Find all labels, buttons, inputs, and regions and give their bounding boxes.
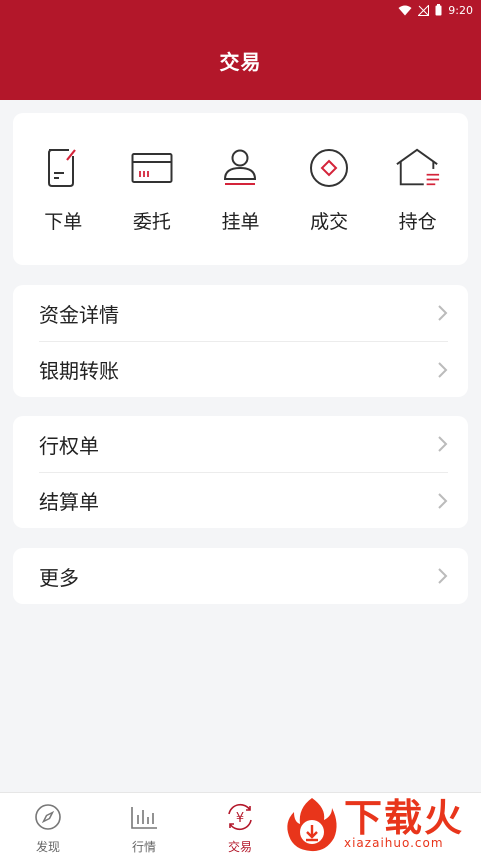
quick-actions-card: 下单 委托 挂单 成交 持仓 (13, 113, 468, 265)
user-icon (217, 145, 263, 191)
status-time: 9:20 (448, 3, 473, 17)
menu-item-settlement[interactable]: 结算单 (39, 472, 448, 528)
quick-item-label: 挂单 (221, 210, 260, 233)
wifi-icon (398, 5, 412, 16)
menu-item-label: 结算单 (39, 490, 99, 514)
page-title: 交易 (219, 49, 262, 74)
menu-item-exercise-order[interactable]: 行权单 (39, 416, 448, 472)
menu-item-label: 银期转账 (39, 359, 119, 383)
quick-item-deal[interactable]: 成交 (288, 145, 370, 234)
menu-item-bank-transfer[interactable]: 银期转账 (39, 341, 448, 397)
fund-menu-card: 资金详情 银期转账 (13, 285, 468, 397)
watermark-url: xiazaihuo.com (344, 836, 444, 850)
quick-item-position[interactable]: 持仓 (377, 145, 459, 234)
house-icon (395, 145, 441, 191)
tab-label: 交易 (227, 840, 252, 854)
svg-text:¥: ¥ (236, 811, 244, 826)
tab-market[interactable]: 行情 (96, 793, 192, 856)
compass-icon (34, 803, 62, 835)
quick-item-label: 下单 (44, 210, 83, 233)
watermark-title: 下载火 (344, 796, 465, 840)
quick-item-entrust[interactable]: 委托 (111, 145, 193, 234)
menu-item-label: 资金详情 (39, 302, 119, 327)
battery-icon (435, 4, 442, 16)
flame-icon (284, 794, 340, 854)
quick-item-label: 成交 (310, 210, 349, 233)
tab-label: 发现 (35, 840, 60, 854)
bar-chart-icon (130, 803, 158, 835)
quick-item-label: 委托 (132, 210, 171, 233)
more-menu-card: 更多 (13, 548, 468, 604)
order-document-icon (40, 145, 86, 191)
card-icon (129, 145, 175, 191)
status-bar: 9:20 (0, 0, 481, 20)
tab-label: 行情 (131, 840, 156, 854)
quick-item-label: 持仓 (398, 210, 437, 233)
tab-discover[interactable]: 发现 (0, 793, 96, 856)
page-header: 交易 (0, 20, 481, 100)
menu-item-label: 更多 (39, 565, 79, 590)
chevron-right-icon (436, 304, 448, 322)
orders-menu-card: 行权单 结算单 (13, 416, 468, 528)
chevron-right-icon (436, 435, 448, 453)
menu-item-label: 行权单 (39, 433, 99, 458)
yen-icon: ¥ (226, 803, 254, 835)
chevron-right-icon (436, 567, 448, 585)
tab-trade[interactable]: ¥ 交易 (192, 793, 288, 856)
quick-item-order[interactable]: 下单 (22, 145, 104, 234)
menu-item-more[interactable]: 更多 (39, 548, 448, 604)
coin-icon (306, 145, 352, 191)
chevron-right-icon (436, 361, 448, 379)
chevron-right-icon (436, 492, 448, 510)
menu-item-fund-details[interactable]: 资金详情 (39, 285, 448, 341)
quick-item-pending[interactable]: 挂单 (199, 145, 281, 234)
watermark-logo: 下载火 xiazaihuo.com (284, 792, 481, 856)
signal-icon (418, 4, 430, 16)
